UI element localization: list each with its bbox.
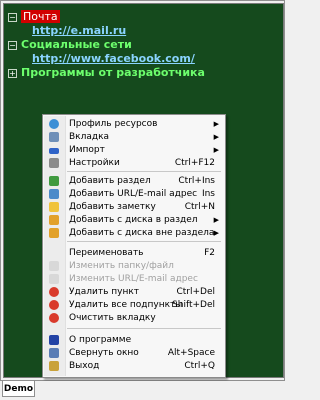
- tab-icon: [49, 132, 59, 142]
- car-icon: [49, 148, 59, 154]
- collapse-icon[interactable]: −: [8, 12, 17, 22]
- tab-demo[interactable]: Demo: [2, 381, 35, 397]
- menu-item-rename[interactable]: Переименовать F2: [45, 247, 223, 259]
- context-menu: Профиль ресурсов ▶ Вкладка ▶ Импорт ▶ На…: [42, 114, 226, 378]
- menu-separator: [67, 328, 221, 329]
- tree-link-label[interactable]: http://e.mail.ru: [32, 24, 126, 37]
- menu-item-exit[interactable]: Выход Ctrl+Q: [45, 360, 223, 372]
- tab-bar: Demo: [0, 381, 287, 400]
- tree-node-label: Программы от разработчика: [21, 66, 205, 79]
- submenu-arrow-icon: ▶: [213, 146, 219, 154]
- tree-node-label: Почта: [21, 10, 60, 23]
- clear-icon: [49, 313, 59, 323]
- menu-item-edit-url: Изменить URL/E-mail адрес: [45, 273, 223, 285]
- menu-item-edit-folder: Изменить папку/файл: [45, 260, 223, 272]
- menu-separator: [67, 171, 221, 172]
- edit-link-icon: [49, 274, 59, 284]
- globe-icon: [49, 119, 59, 129]
- submenu-arrow-icon: ▶: [213, 120, 219, 128]
- tree-node-mail[interactable]: − Почта: [8, 10, 60, 24]
- menu-item-add-section[interactable]: Добавить раздел Ctrl+Ins: [45, 175, 223, 187]
- wrench-icon: [49, 158, 59, 168]
- edit-folder-icon: [49, 261, 59, 271]
- menu-item-add-from-disk-in[interactable]: Добавить с диска в раздел ▶: [45, 214, 223, 226]
- tree-link-facebook[interactable]: http://www.facebook.com/: [32, 52, 195, 66]
- link-add-icon: [49, 189, 59, 199]
- menu-item-add-url[interactable]: Добавить URL/E-mail адрес Ins: [45, 188, 223, 200]
- minimize-icon: [49, 348, 59, 358]
- bookmark-tree[interactable]: − Почта http://e.mail.ru − Социальные сети…: [3, 3, 284, 378]
- tree-node-label: Социальные сети: [21, 38, 132, 51]
- menu-item-minimize[interactable]: Свернуть окно Alt+Space: [45, 347, 223, 359]
- menu-item-add-note[interactable]: Добавить заметку Ctrl+N: [45, 201, 223, 213]
- expand-icon[interactable]: +: [8, 68, 17, 78]
- menu-item-add-from-disk-out[interactable]: Добавить с диска вне раздела ▶: [45, 227, 223, 239]
- disk-icon: [49, 228, 59, 238]
- app-window: − Почта http://e.mail.ru − Социальные сети…: [0, 0, 285, 381]
- submenu-arrow-icon: ▶: [213, 216, 219, 224]
- tree-link-mail[interactable]: http://e.mail.ru: [32, 24, 126, 38]
- menu-item-settings[interactable]: Настройки Ctrl+F12: [45, 157, 223, 169]
- delete-icon: [49, 287, 59, 297]
- menu-separator: [67, 241, 221, 242]
- menu-item-resource-profile[interactable]: Профиль ресурсов ▶: [45, 118, 223, 130]
- tree-node-social[interactable]: − Социальные сети: [8, 38, 132, 52]
- menu-item-about[interactable]: О программе: [45, 334, 223, 346]
- submenu-arrow-icon: ▶: [213, 229, 219, 237]
- folder-add-icon: [49, 176, 59, 186]
- tree-link-label[interactable]: http://www.facebook.com/: [32, 52, 195, 65]
- tree-node-programs[interactable]: + Программы от разработчика: [8, 66, 205, 80]
- disk-icon: [49, 215, 59, 225]
- note-icon: [49, 202, 59, 212]
- submenu-arrow-icon: ▶: [213, 133, 219, 141]
- menu-item-tab[interactable]: Вкладка ▶: [45, 131, 223, 143]
- info-icon: [49, 335, 59, 345]
- menu-item-delete[interactable]: Удалить пункт Ctrl+Del: [45, 286, 223, 298]
- menu-item-import[interactable]: Импорт ▶: [45, 144, 223, 156]
- menu-item-clear-tab[interactable]: Очистить вкладку: [45, 312, 223, 324]
- exit-icon: [49, 361, 59, 371]
- menu-item-delete-all-subitems[interactable]: Удалить все подпункты Shift+Del: [45, 299, 223, 311]
- collapse-icon[interactable]: −: [8, 40, 17, 50]
- delete-all-icon: [49, 300, 59, 310]
